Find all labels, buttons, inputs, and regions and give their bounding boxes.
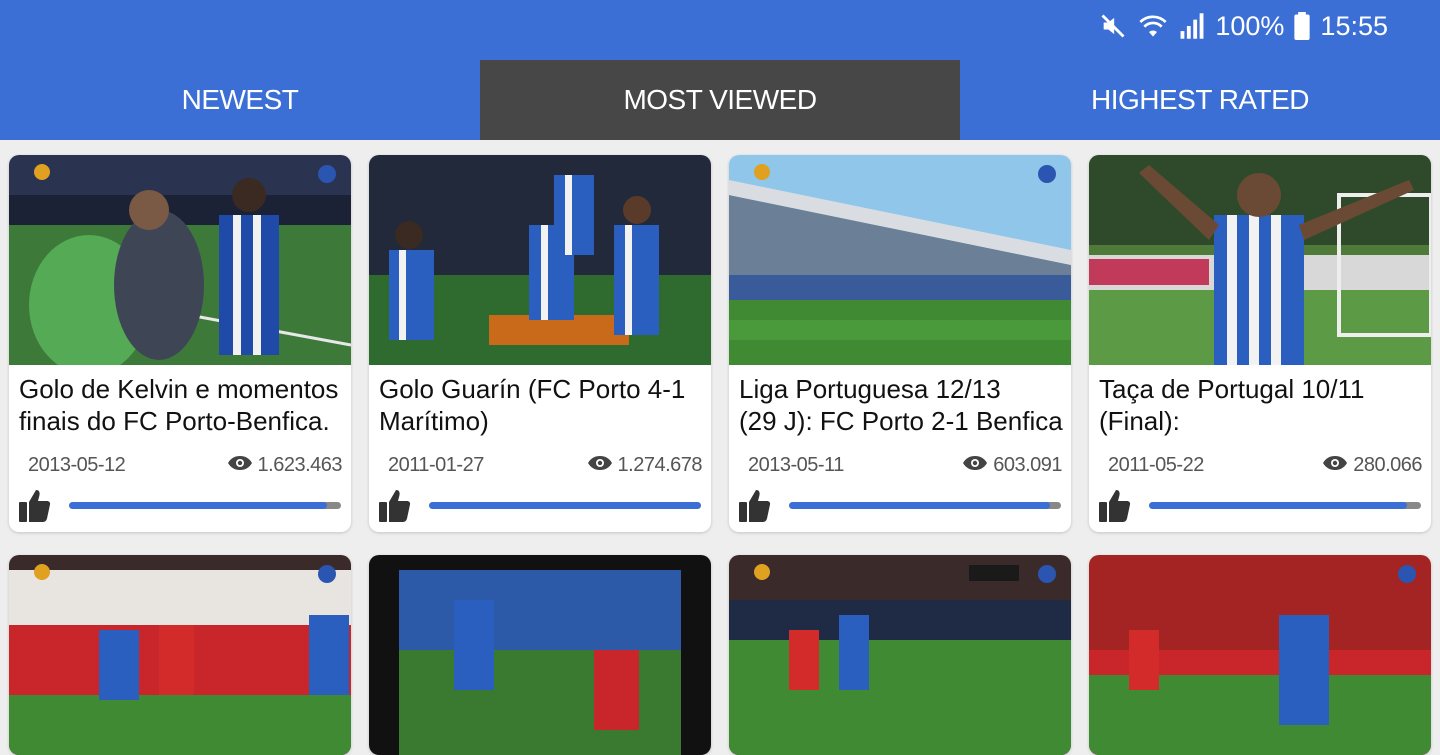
clock: 15:55 <box>1320 10 1388 41</box>
rating-bar <box>69 502 341 509</box>
rating-row <box>1099 488 1421 522</box>
thumbs-up-icon <box>19 488 51 526</box>
video-date: 2011-01-27 <box>388 453 484 476</box>
video-date: 2011-05-22 <box>1108 453 1204 476</box>
views-value: 280.066 <box>1353 453 1422 476</box>
rating-row <box>379 488 701 522</box>
app-header: 100% 15:55 NEWEST MOST VIEWED HIGHEST RA… <box>0 0 1440 140</box>
video-thumbnail[interactable] <box>729 555 1071 755</box>
views-value: 1.623.463 <box>257 453 343 476</box>
signal-icon <box>1179 12 1205 40</box>
video-thumbnail[interactable] <box>369 155 711 365</box>
video-title[interactable]: Golo de Kelvin e momentos finais do FC P… <box>19 373 343 437</box>
video-title[interactable]: Taça de Portugal 10/11 (Final): V. Guima… <box>1099 373 1423 437</box>
rating-bar-fill <box>69 502 328 509</box>
tab-highest-rated[interactable]: HIGHEST RATED <box>960 60 1440 140</box>
video-title[interactable]: Golo Guarín (FC Porto 4-1 Marítimo) <box>379 373 703 437</box>
rating-bar <box>1149 502 1421 509</box>
video-thumbnail[interactable] <box>369 555 711 755</box>
rating-bar <box>789 502 1061 509</box>
rating-row <box>19 488 341 522</box>
view-count: 280.066 <box>1322 454 1422 477</box>
tab-bar: NEWEST MOST VIEWED HIGHEST RATED <box>0 60 1440 140</box>
eye-icon <box>1322 454 1348 477</box>
video-card[interactable]: Liga Portuguesa 12/13 (29 J): FC Porto 2… <box>729 155 1071 532</box>
thumbs-up-icon <box>379 488 411 526</box>
eye-icon <box>962 454 988 477</box>
status-bar: 100% 15:55 <box>1099 8 1388 44</box>
eye-icon <box>587 454 613 477</box>
video-date: 2013-05-11 <box>748 453 844 476</box>
video-thumbnail[interactable] <box>9 155 351 365</box>
eye-icon <box>227 454 253 477</box>
video-meta: 2011-05-22 280.066 <box>1108 453 1422 477</box>
wifi-icon <box>1137 12 1169 40</box>
rating-bar-fill <box>789 502 1051 509</box>
video-date: 2013-05-12 <box>28 453 126 476</box>
video-title[interactable]: Liga Portuguesa 12/13 (29 J): FC Porto 2… <box>739 373 1063 437</box>
video-thumbnail[interactable] <box>1089 555 1431 755</box>
view-count: 1.274.678 <box>587 453 703 477</box>
video-card[interactable] <box>1089 555 1431 755</box>
battery-percent: 100% <box>1215 10 1285 41</box>
video-thumbnail[interactable] <box>1089 155 1431 365</box>
video-card[interactable]: Golo Guarín (FC Porto 4-1 Marítimo) 2011… <box>369 155 711 532</box>
video-card[interactable] <box>369 555 711 755</box>
video-thumbnail[interactable] <box>9 555 351 755</box>
thumbs-up-icon <box>1099 488 1131 526</box>
view-count: 603.091 <box>962 454 1062 477</box>
video-meta: 2011-01-27 1.274.678 <box>388 453 703 477</box>
video-grid: Golo de Kelvin e momentos finais do FC P… <box>0 140 1440 755</box>
video-card[interactable]: Golo de Kelvin e momentos finais do FC P… <box>9 155 351 532</box>
rating-bar <box>429 502 701 509</box>
rating-row <box>739 488 1061 522</box>
tab-most-viewed[interactable]: MOST VIEWED <box>480 60 960 140</box>
view-count: 1.623.463 <box>227 453 343 477</box>
video-meta: 2013-05-12 1.623.463 <box>28 453 343 477</box>
battery-icon <box>1294 12 1311 40</box>
video-thumbnail[interactable] <box>729 155 1071 365</box>
video-card[interactable]: Taça de Portugal 10/11 (Final): V. Guima… <box>1089 155 1431 532</box>
video-card[interactable] <box>729 555 1071 755</box>
video-card[interactable] <box>9 555 351 755</box>
rating-bar-fill <box>429 502 701 509</box>
thumbs-up-icon <box>739 488 771 526</box>
views-value: 1.274.678 <box>617 453 703 476</box>
rating-bar-fill <box>1149 502 1408 509</box>
views-value: 603.091 <box>993 453 1062 476</box>
tab-newest[interactable]: NEWEST <box>0 60 480 140</box>
mute-icon <box>1099 12 1127 40</box>
video-meta: 2013-05-11 603.091 <box>748 453 1062 477</box>
